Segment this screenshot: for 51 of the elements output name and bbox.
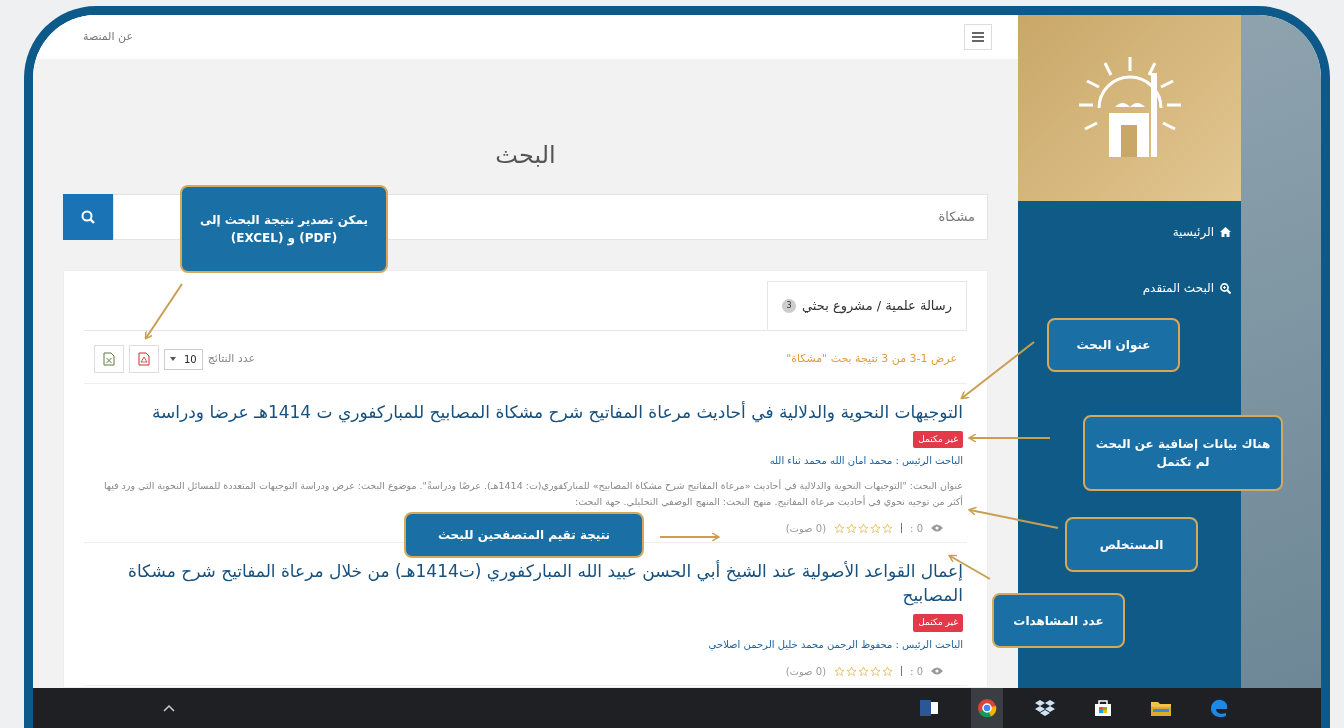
star-icon[interactable] — [834, 522, 846, 534]
result-title-link[interactable]: التوجيهات النحوية والدلالية في أحاديث مرعاة المفاتيح شرح مشكاة المصابيح للمباركفوري ت 1414هـ عرضا ودراسة — [88, 400, 963, 425]
results-summary: عرض 1-3 من 3 نتيجة بحث "مشكاة" — [786, 351, 957, 368]
browser-icon[interactable] — [971, 688, 1003, 728]
search-icon — [81, 209, 95, 224]
search-plus-icon — [1220, 282, 1231, 294]
star-icon[interactable] — [858, 665, 870, 677]
researcher-text: الباحث الرئيس : محفوظ الرحمن محمد خليل الرحمن اصلاحي — [707, 637, 963, 652]
star-icon[interactable] — [870, 522, 882, 534]
abstract-text: عنوان البحث: "التوجيهات النحوية والدلالية في أحاديث «مرعاة المفاتيح شرح مشكاة المصابيح» للمباركفوري(ت: 1414هـ). عرضًا ودراسةً". موضوع البحث: عرض ودراسة التوجيهات المتعددة للمسائل النحوية التي ورد فيها أكثر من توجيه نحوي في أحاديث مرعاة المفاتيح. منهج البحث: المنهج الوصفي التحليلي. جهة البحث: — [102, 478, 963, 509]
sidebar-item[interactable]: البحث المتقدم — [1132, 263, 1241, 313]
annotation-tooltip: يمكن تصدير نتيجة البحث إلى (PDF) و (EXCEL) — [180, 185, 388, 273]
pdf-export-button[interactable] — [129, 345, 159, 374]
page-title: البحث — [494, 141, 557, 170]
star-icon[interactable] — [846, 665, 858, 677]
status-badge: غير مكتمل — [913, 614, 963, 632]
annotation-tooltip: المستخلص — [1065, 517, 1198, 572]
annotation-tooltip: نتيجة تقيم المتصفحين للبحث — [404, 512, 644, 558]
star-icon[interactable] — [882, 665, 894, 677]
annotation-tooltip: هناك بيانات إضافية عن البحث لم تكتمل — [1083, 415, 1283, 491]
annotation-tooltip: عنوان البحث — [1047, 318, 1180, 372]
star-icon[interactable] — [846, 522, 858, 534]
status-badge: غير مكتمل — [913, 430, 963, 449]
vote-count: (0 صوت) — [785, 521, 827, 536]
eye-icon — [931, 667, 943, 676]
caret-icon — [170, 357, 176, 362]
sidebar-item[interactable]: الرئيسية — [1162, 207, 1241, 257]
search-button[interactable] — [63, 193, 113, 240]
star-icon[interactable] — [858, 522, 870, 534]
annotation-tooltip: عدد المشاهدات — [992, 593, 1125, 648]
view-count: 0 : — [910, 664, 923, 679]
menu-button[interactable] — [964, 24, 992, 50]
excel-export-button[interactable] — [94, 345, 124, 374]
pdf-file-icon — [138, 352, 150, 367]
page-size-label: عدد النتائج — [207, 351, 256, 368]
vote-count: (0 صوت) — [785, 664, 827, 679]
page-size-select[interactable]: 10 — [164, 348, 203, 370]
home-icon — [1220, 227, 1231, 237]
researcher-text: الباحث الرئيس : محمد امان الله محمد ثناء الله — [768, 454, 963, 469]
count-badge: 3 — [782, 298, 796, 313]
about-link[interactable]: عن المنصة — [83, 28, 133, 46]
menu-icon — [972, 32, 984, 42]
star-icon[interactable] — [834, 665, 846, 677]
eye-icon — [931, 524, 943, 533]
star-icon[interactable] — [870, 665, 882, 677]
excel-file-icon — [103, 352, 115, 367]
arrow — [659, 532, 720, 542]
result-title-link[interactable]: إعمال القواعد الأصولية عند الشيخ أبي الحسن عبيد الله المباركفوري (ت1414هـ) من خلال مرعاة المفاتيح شرح مشكاة المصابيح — [88, 558, 963, 609]
view-count: 0 : — [910, 521, 923, 536]
arrow — [144, 283, 183, 340]
star-icon[interactable] — [882, 522, 894, 534]
